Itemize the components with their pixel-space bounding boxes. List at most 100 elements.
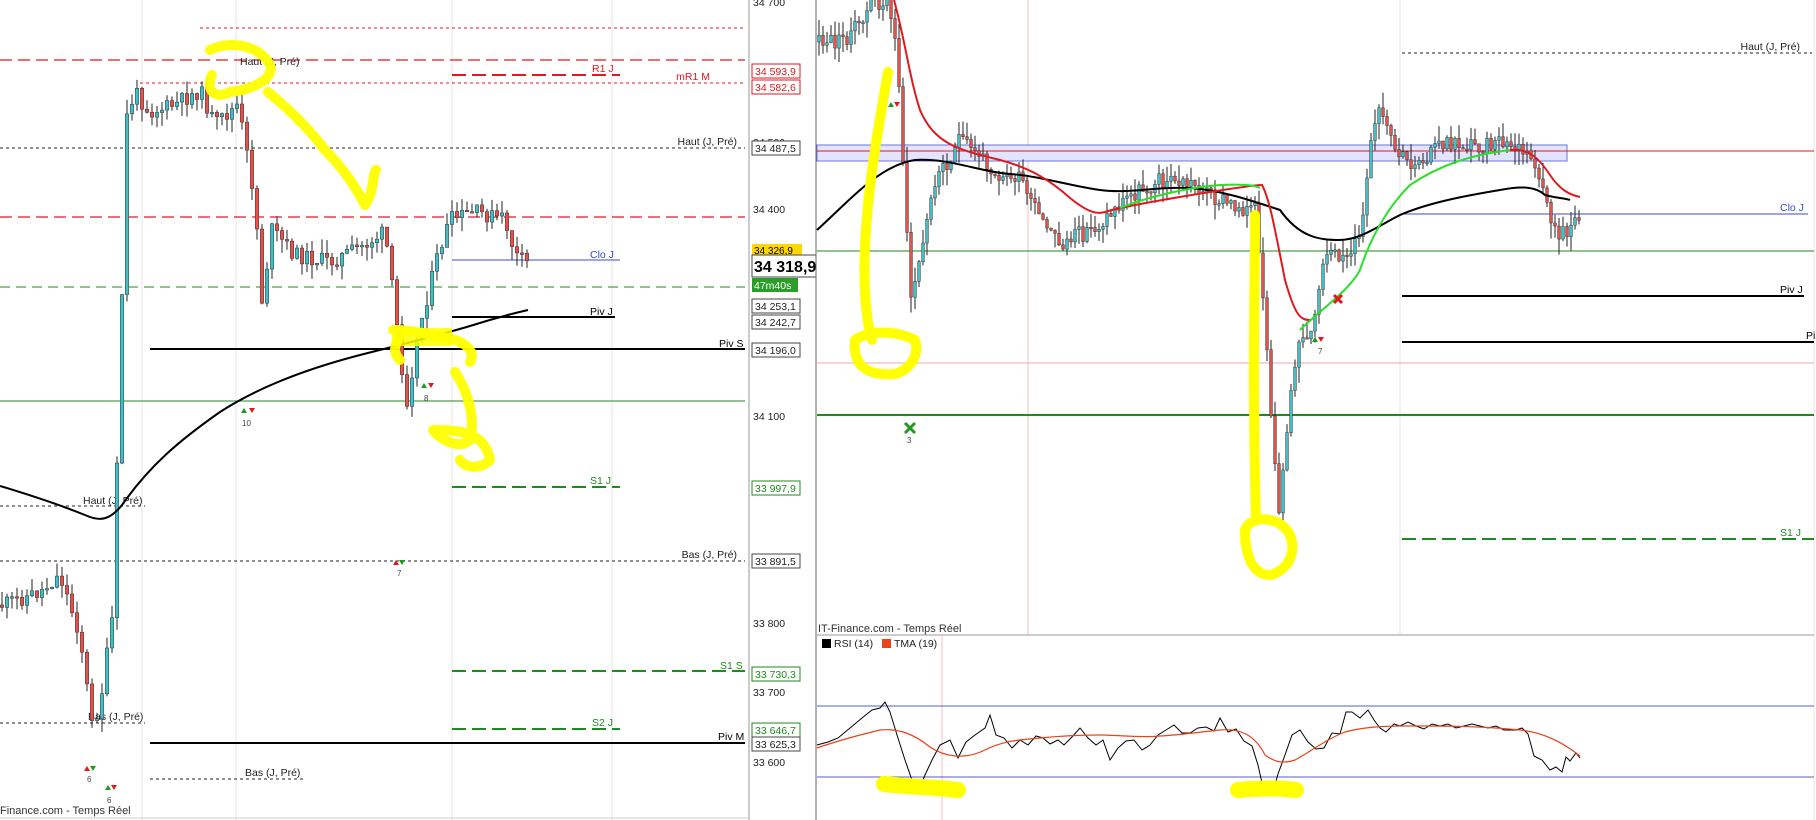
candle-body bbox=[973, 147, 977, 152]
candle-body bbox=[350, 244, 354, 250]
level-label: Clo J bbox=[1780, 202, 1804, 214]
candle-body bbox=[450, 211, 454, 225]
candle-body bbox=[445, 224, 449, 248]
candle-body bbox=[1217, 203, 1221, 206]
candle-body bbox=[1549, 201, 1553, 224]
candle-body bbox=[1281, 469, 1285, 514]
level-label: Pi bbox=[1806, 330, 1815, 342]
candle-countdown: 47m40s bbox=[754, 280, 791, 292]
candle-body bbox=[295, 247, 299, 259]
candle-body bbox=[869, 0, 873, 11]
candle-body bbox=[1237, 207, 1241, 212]
left-chart-panel[interactable]: R1 J mR1 M Haut (J, Pré) Clo J Piv J Piv… bbox=[0, 0, 817, 820]
candle-body bbox=[1101, 226, 1105, 230]
candle-body bbox=[961, 134, 965, 138]
candle-body bbox=[1249, 205, 1253, 208]
candle-body bbox=[390, 245, 394, 280]
axis-tick: 33 600 bbox=[753, 757, 785, 769]
candle-body bbox=[345, 249, 349, 254]
candle-body bbox=[1269, 349, 1273, 417]
source-footer: Finance.com - Temps Réel bbox=[0, 805, 131, 817]
candle-body bbox=[235, 103, 239, 109]
candle-body bbox=[45, 588, 49, 591]
candle-body bbox=[881, 5, 885, 10]
candle-body bbox=[1329, 249, 1333, 255]
level-label: S1 J bbox=[590, 475, 611, 487]
candle-body bbox=[135, 88, 139, 105]
candle-body bbox=[957, 134, 961, 148]
candle-body bbox=[1129, 193, 1133, 197]
candle-body bbox=[965, 136, 969, 140]
candle-body bbox=[1501, 136, 1505, 148]
candle-body bbox=[385, 226, 389, 247]
candle-body bbox=[853, 20, 857, 32]
candle-body bbox=[195, 93, 199, 100]
candle-body bbox=[1489, 137, 1493, 150]
candle-body bbox=[315, 263, 319, 266]
candle-body bbox=[1089, 227, 1093, 230]
candle-body bbox=[330, 257, 334, 266]
candle-body bbox=[100, 693, 104, 719]
candle-body bbox=[65, 585, 69, 595]
candle-body bbox=[5, 596, 9, 608]
current-price: 34 318,9 bbox=[754, 259, 816, 276]
candle-body bbox=[55, 575, 59, 588]
level-label: Piv J bbox=[590, 306, 613, 318]
candle-body bbox=[475, 204, 479, 213]
candle-body bbox=[155, 112, 159, 118]
price-label: 33 997,9 bbox=[755, 483, 796, 495]
axis-tick: 33 700 bbox=[753, 687, 785, 699]
candle-body bbox=[470, 211, 474, 214]
candle-body bbox=[1541, 178, 1545, 189]
candle-body bbox=[1321, 263, 1325, 290]
right-candlestick-series bbox=[817, 0, 1581, 522]
candle-body bbox=[1109, 213, 1113, 217]
level-label: Piv S bbox=[719, 338, 744, 350]
candle-body bbox=[240, 103, 244, 123]
candle-body bbox=[170, 100, 174, 107]
candle-body bbox=[1073, 229, 1077, 243]
candle-body bbox=[1401, 151, 1405, 158]
candle-body bbox=[1273, 415, 1277, 464]
right-chart-panel[interactable]: Haut (J, Pré) Clo J Piv J Pi S1 J 3 7 IT… bbox=[815, 0, 1815, 820]
candle-body bbox=[215, 112, 219, 117]
candle-body bbox=[1377, 107, 1381, 124]
candle-body bbox=[1349, 253, 1353, 257]
candle-body bbox=[30, 590, 34, 596]
candle-body bbox=[25, 595, 29, 606]
price-label-box: 34 196,0 bbox=[751, 342, 801, 358]
rsi-indicator-pane[interactable]: RSI (14) TMA (19) bbox=[816, 635, 1814, 820]
candle-body bbox=[945, 163, 949, 170]
left-price-labels: 34 593,9 34 582,6 34 487,5 34 253,1 34 2… bbox=[751, 63, 801, 752]
candle-body bbox=[175, 101, 179, 107]
candle-body bbox=[941, 163, 945, 172]
candle-body bbox=[1173, 175, 1177, 182]
candle-body bbox=[1577, 217, 1581, 221]
candle-body bbox=[1149, 191, 1153, 194]
candle-body bbox=[85, 651, 89, 685]
candle-body bbox=[380, 226, 384, 240]
signal-count: 10 bbox=[242, 419, 251, 428]
candle-body bbox=[841, 34, 845, 37]
candle-body bbox=[1413, 164, 1417, 169]
candle-body bbox=[1061, 244, 1065, 250]
level-label: mR1 M bbox=[676, 71, 710, 83]
candle-body bbox=[1013, 178, 1017, 182]
left-price-axis: 34 700 34 500 34 400 34 100 33 800 33 70… bbox=[753, 0, 785, 769]
candle-body bbox=[1065, 238, 1069, 250]
candle-body bbox=[1341, 254, 1345, 262]
level-label: Bas (J, Pré) bbox=[245, 767, 300, 779]
candle-body bbox=[1177, 180, 1181, 186]
price-label: 34 582,6 bbox=[755, 82, 796, 94]
candle-body bbox=[50, 586, 54, 589]
candle-body bbox=[1289, 390, 1293, 433]
candle-body bbox=[1221, 194, 1225, 204]
candle-body bbox=[1093, 227, 1097, 232]
candle-body bbox=[1293, 366, 1297, 391]
candle-body bbox=[897, 38, 901, 87]
candle-body bbox=[1037, 202, 1041, 215]
level-label: Haut (J, Pré) bbox=[83, 495, 143, 507]
candle-body bbox=[495, 210, 499, 217]
candle-body bbox=[1373, 123, 1377, 141]
candle-body bbox=[1225, 194, 1229, 204]
